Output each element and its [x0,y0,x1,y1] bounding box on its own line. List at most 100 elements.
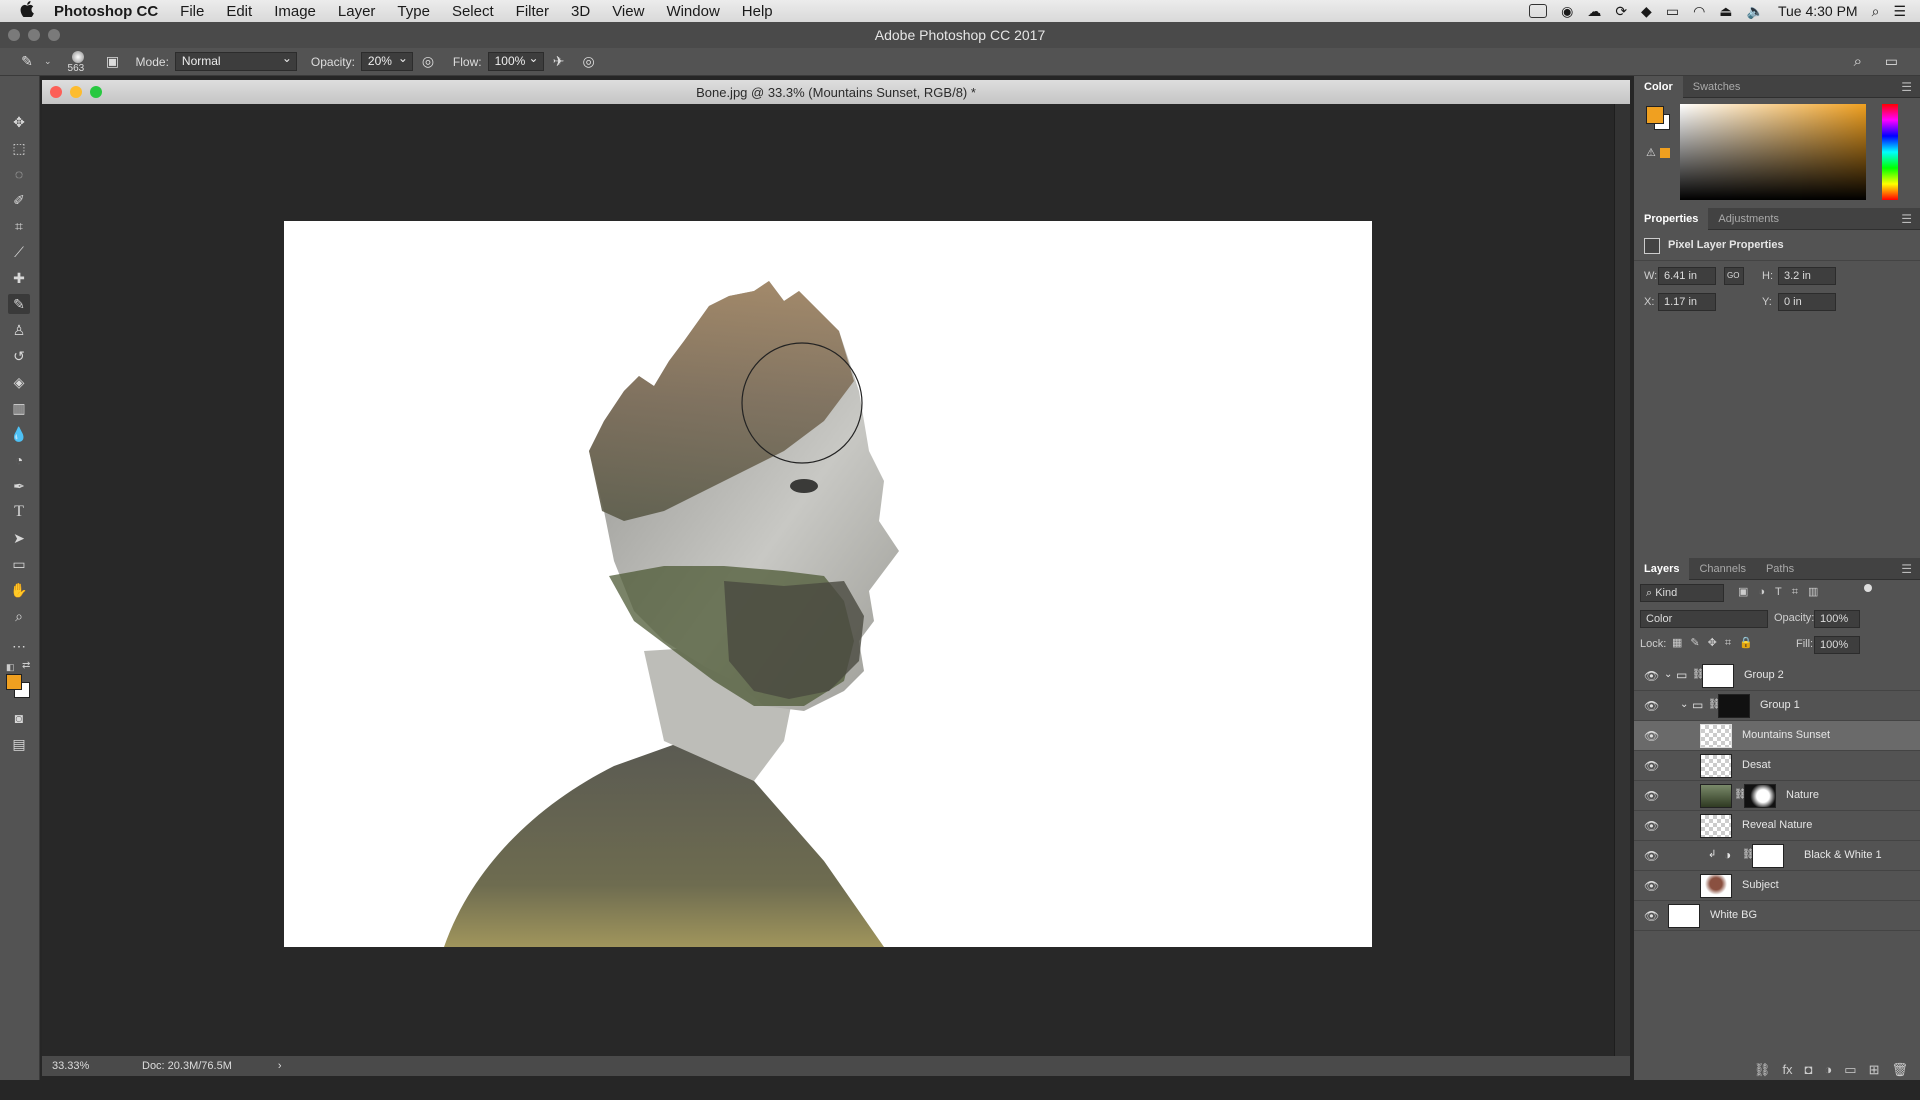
visibility-eye-icon[interactable]: 👁 [1644,849,1659,863]
eraser-tool-icon[interactable]: ◈ [8,372,30,392]
type-tool-icon[interactable]: T [8,502,30,522]
screen-record-icon[interactable] [1529,4,1548,18]
tab-layers[interactable]: Layers [1634,557,1690,580]
search-icon[interactable]: ⌕ [1854,53,1862,70]
dropbox-icon[interactable]: ◆ [1641,3,1652,20]
new-group-icon[interactable]: ▭ [1844,1062,1856,1078]
gradient-tool-icon[interactable]: ▥ [8,398,30,418]
workspace-switcher-icon[interactable]: ▭ [1885,53,1898,70]
sync-icon[interactable]: ⟳ [1615,3,1627,20]
quick-mask-icon[interactable]: ◙ [8,708,30,728]
visibility-eye-icon[interactable]: 👁 [1644,909,1659,923]
menu-select[interactable]: Select [452,3,494,20]
opacity-field[interactable]: 20% [360,50,413,71]
visibility-eye-icon[interactable]: 👁 [1644,669,1659,683]
layer-thumbnail[interactable] [1700,784,1732,808]
layer-mask-thumbnail[interactable] [1744,784,1776,808]
link-layers-icon[interactable]: ⛓ [1754,1062,1771,1078]
layer-row-nature[interactable]: 👁 ⛓ Nature [1634,781,1920,811]
canvas-area[interactable] [42,104,1614,1056]
tab-paths[interactable]: Paths [1756,558,1804,580]
brush-tool-icon[interactable]: ✎ [8,294,30,314]
link-dimensions-icon[interactable]: GO [1724,267,1744,285]
layer-mask-thumbnail[interactable] [1752,844,1784,868]
visibility-eye-icon[interactable]: 👁 [1644,729,1659,743]
screen-mode-icon[interactable]: ▤ [8,734,30,754]
layer-thumbnail[interactable] [1668,904,1700,928]
layer-row-desat[interactable]: 👁 Desat [1634,751,1920,781]
layer-row-mountains-sunset[interactable]: 👁 Mountains Sunset [1634,721,1920,751]
blur-tool-icon[interactable]: 💧 [8,424,30,444]
volume-icon[interactable]: 🔈 [1747,3,1764,20]
document-image[interactable] [284,221,1372,947]
tab-channels[interactable]: Channels [1689,558,1755,580]
zoom-tool-icon[interactable]: ⌕ [8,606,30,626]
layer-row-reveal-nature[interactable]: 👁 Reveal Nature [1634,811,1920,841]
y-field[interactable]: 0 in [1778,293,1836,311]
menu-file[interactable]: File [180,3,204,20]
path-selection-tool-icon[interactable]: ➤ [8,528,30,548]
hue-slider[interactable] [1882,104,1898,200]
menu-edit[interactable]: Edit [226,3,252,20]
airplay-icon[interactable]: ▭ [1666,3,1679,20]
visibility-eye-icon[interactable]: 👁 [1644,879,1659,893]
delete-layer-icon[interactable]: 🗑 [1891,1062,1908,1078]
layer-thumbnail[interactable] [1700,814,1732,838]
filter-toggle-icon[interactable] [1864,584,1872,592]
color-field[interactable] [1680,104,1866,200]
adjustment-layer-icon[interactable]: ◑ [1724,848,1731,862]
tab-swatches[interactable]: Swatches [1683,76,1751,98]
expand-arrow-icon[interactable]: ⌄ [1680,699,1688,710]
tab-color[interactable]: Color [1634,75,1683,98]
menu-layer[interactable]: Layer [338,3,376,20]
x-field[interactable]: 1.17 in [1658,293,1716,311]
add-mask-icon[interactable]: ◘ [1805,1062,1813,1078]
hand-tool-icon[interactable]: ✋ [8,580,30,600]
menu-3d[interactable]: 3D [571,3,590,20]
app-status-icon[interactable]: ◉ [1561,3,1573,20]
notification-center-icon[interactable]: ☰ [1893,3,1906,20]
layers-panel-menu-icon[interactable]: ☰ [1901,558,1912,580]
layer-row-black-white-1[interactable]: 👁 ↲ ◑ ⛓ Black & White 1 [1634,841,1920,871]
menu-view[interactable]: View [612,3,644,20]
crop-tool-icon[interactable]: ⌗ [8,216,30,236]
new-adjustment-icon[interactable]: ◑ [1824,1062,1832,1078]
layer-row-subject[interactable]: 👁 Subject [1634,871,1920,901]
app-close-button[interactable] [8,29,20,41]
tab-adjustments[interactable]: Adjustments [1708,208,1789,230]
rectangle-tool-icon[interactable]: ▭ [8,554,30,574]
brush-panel-toggle-icon[interactable]: ▣ [104,53,122,71]
pressure-size-icon[interactable]: ◎ [580,53,598,71]
visibility-eye-icon[interactable]: 👁 [1644,759,1659,773]
group-mask-thumbnail[interactable] [1718,694,1750,718]
visibility-eye-icon[interactable]: 👁 [1644,789,1659,803]
layer-filter-select[interactable]: ⌕ Kind [1640,584,1724,602]
brush-size-picker[interactable]: 563 [62,49,98,75]
vertical-scrollbar[interactable] [1614,104,1630,1056]
app-minimize-button[interactable] [28,29,40,41]
properties-panel-menu-icon[interactable]: ☰ [1901,208,1912,230]
apple-menu-icon[interactable] [0,0,54,22]
blend-mode-select[interactable]: Color [1640,610,1768,628]
tab-properties[interactable]: Properties [1634,207,1709,230]
doc-zoom-button[interactable] [90,86,102,98]
doc-close-button[interactable] [50,86,62,98]
group-mask-thumbnail[interactable] [1702,664,1734,688]
dodge-tool-icon[interactable]: ◔ [8,450,30,470]
layer-row-group-2[interactable]: 👁 ⌄ ▭ ⛓ Group 2 [1634,661,1920,691]
pressure-opacity-icon[interactable]: ◎ [419,53,437,71]
spotlight-search-icon[interactable]: ⌕ [1872,3,1880,20]
zoom-level[interactable]: 33.33% [52,1060,122,1072]
more-tools-icon[interactable]: ⋯ [8,636,30,656]
pen-tool-icon[interactable]: ✒ [8,476,30,496]
layer-row-group-1[interactable]: 👁 ⌄ ▭ ⛓ Group 1 [1634,691,1920,721]
layer-style-fx-icon[interactable]: fx [1782,1062,1792,1078]
menu-image[interactable]: Image [274,3,316,20]
layer-thumbnail[interactable] [1700,874,1732,898]
menubar-clock[interactable]: Tue 4:30 PM [1778,3,1858,19]
app-zoom-button[interactable] [48,29,60,41]
flow-field[interactable]: 100% [487,50,544,71]
menu-app-name[interactable]: Photoshop CC [54,3,158,20]
doc-minimize-button[interactable] [70,86,82,98]
width-field[interactable]: 6.41 in [1658,267,1716,285]
